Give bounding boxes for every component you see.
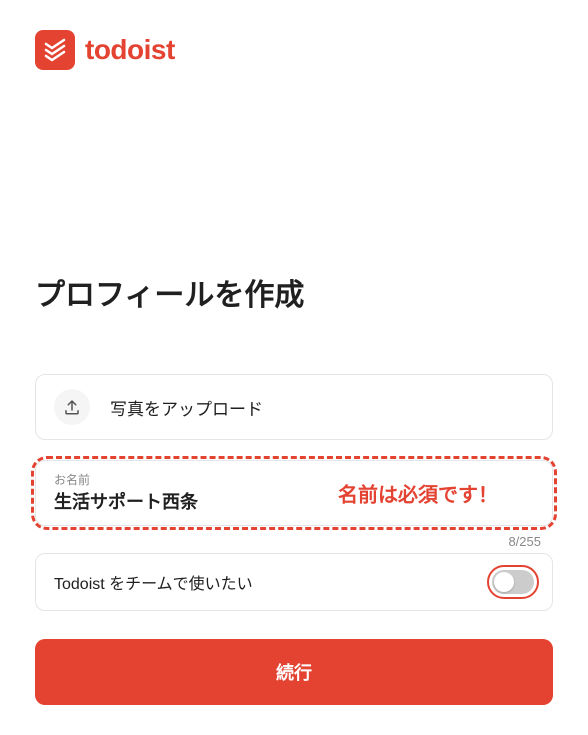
upload-photo-button[interactable]: 写真をアップロード	[35, 374, 553, 440]
page-title: プロフィールを作成	[35, 270, 553, 314]
upload-label: 写真をアップロード	[110, 395, 263, 420]
name-field[interactable]: お名前	[35, 460, 553, 526]
name-input[interactable]	[54, 490, 534, 511]
name-character-counter: 8/255	[35, 534, 553, 549]
team-toggle-row: Todoist をチームで使いたい	[35, 553, 553, 611]
todoist-logo-icon	[35, 30, 75, 70]
upload-icon	[54, 389, 90, 425]
continue-button[interactable]: 続行	[35, 639, 553, 705]
brand-name: todoist	[85, 34, 175, 66]
brand-logo: todoist	[35, 30, 553, 70]
name-field-label: お名前	[54, 471, 534, 488]
team-toggle-label: Todoist をチームで使いたい	[54, 570, 253, 594]
toggle-knob	[494, 572, 514, 592]
team-toggle-switch[interactable]	[492, 570, 534, 594]
